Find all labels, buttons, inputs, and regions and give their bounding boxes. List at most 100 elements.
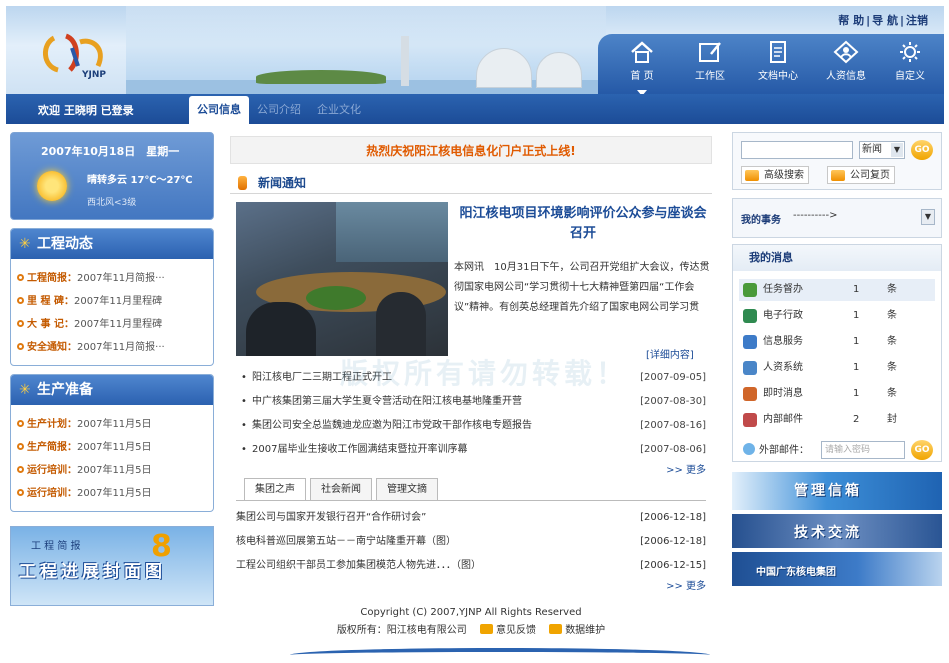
news-summary: 本网讯 10月31日下午，公司召开党组扩大会议，传达贯彻国家电网公司“学习贯彻十… <box>454 262 710 313</box>
help-link[interactable]: 帮 助 <box>838 14 864 27</box>
message-row[interactable]: 即时消息 1 条 <box>739 383 935 405</box>
list-item[interactable]: 工程公司组织干部员工参加集团模范人物先进．．．（图） [2006-12-15] <box>236 554 706 578</box>
section-marker-icon <box>238 176 247 190</box>
tab-group-voice[interactable]: 集团之声 <box>244 478 306 500</box>
search-input[interactable] <box>741 141 853 159</box>
nav-workspace-label: 工作区 <box>695 71 725 82</box>
panel-body: 工程简报：2007年11月简报··· 里 程 碑：2007年11月里程碑 大 事… <box>11 259 213 365</box>
message-row[interactable]: 信息服务 1 条 <box>739 331 935 353</box>
nav-hr-info[interactable]: 人资信息 <box>816 40 876 82</box>
main-nav: 首 页 工作区 文档中心 人资信息 自定义 <box>598 34 944 94</box>
nav-workspace[interactable]: 工作区 <box>680 40 740 82</box>
nav-hr-info-label: 人资信息 <box>826 71 866 82</box>
footer-decoration <box>290 648 710 662</box>
nav-customize-label: 自定义 <box>895 71 925 82</box>
info-service-icon <box>743 335 757 349</box>
navigation-link[interactable]: 导 航 <box>872 14 898 27</box>
header-tower <box>401 36 409 86</box>
workspace-icon <box>699 42 721 62</box>
bullet-icon <box>17 320 24 327</box>
list-item[interactable]: 生产简报：2007年11月5日 <box>17 436 213 459</box>
management-mailbox-banner[interactable]: 管理信箱 <box>732 472 942 510</box>
detail-link[interactable]: [详细内容] <box>646 346 694 361</box>
nav-customize[interactable]: 自定义 <box>880 40 940 82</box>
document-icon <box>770 41 786 63</box>
list-item[interactable]: 安全通知：2007年11月简报··· <box>17 336 213 359</box>
list-item[interactable]: • 中广核集团第三届大学生夏令营活动在阳江核电基地隆重开营 [2007-08-30] <box>236 390 706 414</box>
tech-exchange-banner[interactable]: 技术交流 <box>732 514 942 548</box>
search-go-button[interactable]: GO <box>911 140 933 160</box>
search-type-select[interactable]: 新闻 ▼ <box>859 141 905 159</box>
feedback-link[interactable]: 意见反馈 <box>496 625 536 636</box>
list-item[interactable]: • 2007届毕业生接收工作圆满结束暨拉开率训序幕 [2007-08-06] <box>236 438 706 462</box>
hr-info-icon <box>833 40 859 64</box>
main-content: 热烈庆祝阳江核电信息化门户正式上线! 新闻通知 阳江核电项目环境影响评价公众参与… <box>230 136 712 592</box>
message-row[interactable]: 人资系统 1 条 <box>739 357 935 379</box>
list-item[interactable]: • 阳江核电厂二三期工程正式开工 [2007-09-05] <box>236 366 706 390</box>
cgn-group-banner[interactable]: 中国广东核电集团 <box>732 552 942 586</box>
mail-go-button[interactable]: GO <box>911 440 933 460</box>
panel-body: 生产计划：2007年11月5日 生产简报：2007年11月5日 运行培训：200… <box>11 405 213 511</box>
tab-corporate-culture[interactable]: 企业文化 <box>309 96 369 124</box>
list-item[interactable]: 工程简报：2007年11月简报··· <box>17 267 213 290</box>
nav-documents[interactable]: 文档中心 <box>748 40 808 82</box>
news-headline[interactable]: 阳江核电项目环境影响评价公众参与座谈会召开 <box>456 204 710 244</box>
chevron-down-icon[interactable]: ▼ <box>921 209 935 225</box>
advanced-search-button[interactable]: 高级搜索 <box>741 166 809 184</box>
bullet-icon <box>17 343 24 350</box>
top-links: 帮 助 | 导 航 | 注销 <box>838 14 928 27</box>
my-messages-panel: 我的消息 任务督办 1 条 电子行政 1 条 信息服务 1 条 人资系统 1 条 即时消息 1 条 … <box>732 244 942 462</box>
maintenance-link[interactable]: 数据维护 <box>565 625 605 636</box>
divider <box>236 500 706 501</box>
my-affairs-select[interactable]: ----------> <box>793 210 837 221</box>
search-icon <box>745 170 759 181</box>
my-affairs-label: 我的事务 <box>741 215 781 226</box>
news-list: • 阳江核电厂二三期工程正式开工 [2007-09-05] • 中广核集团第三届大学生… <box>236 366 706 480</box>
task-icon <box>743 283 757 297</box>
list-item[interactable]: 生产计划：2007年11月5日 <box>17 413 213 436</box>
panel-title: 生产准备 <box>37 382 93 398</box>
panel-header: ✳ 生产准备 <box>11 375 213 405</box>
right-column: 新闻 ▼ GO 高级搜索 公司复页 我的事务 ----------> ▼ 我的消息… <box>732 132 942 586</box>
mail-password-input[interactable]: 请输入密码 <box>821 441 905 459</box>
company-tabs: 公司信息 公司介绍 企业文化 <box>189 96 369 124</box>
sun-icon <box>37 171 67 201</box>
message-row[interactable]: 电子行政 1 条 <box>739 305 935 327</box>
copyright-text: Copyright (C) 2007,YJNP All Rights Reser… <box>360 607 582 618</box>
external-mail-row: 外部邮件： 请输入密码 GO <box>739 440 939 461</box>
nav-documents-label: 文档中心 <box>758 71 798 82</box>
panel-header: ✳ 工程动态 <box>11 229 213 259</box>
instant-message-icon <box>743 387 757 401</box>
list-item[interactable]: 大 事 记：2007年11月里程碑 <box>17 313 213 336</box>
tab-social-news[interactable]: 社会新闻 <box>310 478 372 500</box>
tab-company-info[interactable]: 公司信息 <box>189 96 249 124</box>
nav-home[interactable]: 首 页 <box>612 40 672 94</box>
logout-link[interactable]: 注销 <box>906 14 928 27</box>
more-link[interactable]: >> 更多 <box>236 578 706 596</box>
logo-text: YJNP <box>82 70 106 80</box>
admin-icon <box>743 309 757 323</box>
tab-company-intro[interactable]: 公司介绍 <box>249 96 309 124</box>
list-item[interactable]: 里 程 碑：2007年11月里程碑 <box>17 290 213 313</box>
engineering-progress-banner[interactable]: 工 程 简 报 8 工程进展封面图 <box>10 526 214 606</box>
announcement-banner: 热烈庆祝阳江核电信息化门户正式上线! <box>230 136 712 164</box>
welcome-text: 欢迎 王晓明 已登录 <box>38 104 134 117</box>
left-column: 2007年10月18日 星期一 晴转多云 17℃～27℃ 西北风<3级 ✳ 工程… <box>10 132 214 606</box>
folder-icon <box>831 170 845 181</box>
maintenance-icon <box>549 624 563 634</box>
tab-management-digest[interactable]: 管理文摘 <box>376 478 438 500</box>
news-photo[interactable] <box>236 202 448 356</box>
search-box: 新闻 ▼ GO 高级搜索 公司复页 <box>732 132 942 190</box>
list-item[interactable]: 集团公司与国家开发银行召开“合作研讨会” [2006-12-18] <box>236 506 706 530</box>
group-news-tabs: 集团之声 社会新闻 管理文摘 <box>244 478 442 500</box>
message-row[interactable]: 任务督办 1 条 <box>739 279 935 301</box>
owner-text: 版权所有：阳江核电有限公司 <box>336 625 467 636</box>
date-weather-box: 2007年10月18日 星期一 晴转多云 17℃～27℃ 西北风<3级 <box>10 132 214 220</box>
bullet-icon <box>17 274 24 281</box>
message-row[interactable]: 内部邮件 2 封 <box>739 409 935 431</box>
list-item[interactable]: • 集团公司安全总监魏迪龙应邀为阳江市党政干部作核电专题报告 [2007-08-16… <box>236 414 706 438</box>
list-item[interactable]: 运行培训：2007年11月5日 <box>17 482 213 505</box>
company-home-button[interactable]: 公司复页 <box>827 166 895 184</box>
list-item[interactable]: 运行培训：2007年11月5日 <box>17 459 213 482</box>
list-item[interactable]: 核电科普巡回展第五站－－南宁站隆重开幕（图） [2006-12-18] <box>236 530 706 554</box>
